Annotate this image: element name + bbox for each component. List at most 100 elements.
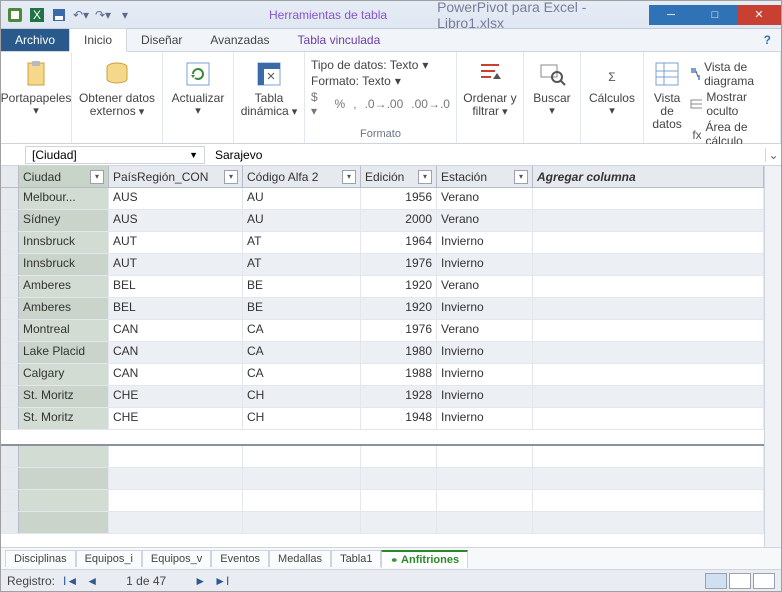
row-header[interactable] — [1, 342, 19, 363]
cell-ciudad[interactable]: Montreal — [19, 320, 109, 341]
cell-estacion[interactable]: Verano — [437, 210, 533, 231]
cell-estacion[interactable]: Invierno — [437, 386, 533, 407]
comma-icon[interactable]: , — [353, 97, 356, 111]
cell-edicion[interactable]: 1948 — [361, 408, 437, 429]
maximize-button[interactable]: □ — [693, 5, 737, 25]
column-header-edicion[interactable]: Edición▾ — [361, 166, 437, 187]
excel-icon[interactable]: X — [29, 7, 45, 23]
cell-pais[interactable]: CAN — [109, 364, 243, 385]
tab-advanced[interactable]: Avanzadas — [196, 29, 283, 51]
find-button[interactable]: Buscar▾ — [530, 58, 574, 117]
get-external-data-button[interactable]: Obtener datos externos ▾ — [78, 58, 156, 118]
row-header[interactable] — [1, 320, 19, 341]
cell-ciudad[interactable]: Sídney — [19, 210, 109, 231]
formula-expand-icon[interactable]: ⌄ — [765, 148, 781, 162]
sheet-tab-equipos_i[interactable]: Equipos_i — [76, 550, 142, 567]
cell-alfa[interactable]: BE — [243, 298, 361, 319]
table-row[interactable]: Lake PlacidCANCA1980Invierno — [1, 342, 764, 364]
cell-empty[interactable] — [533, 320, 764, 341]
refresh-button[interactable]: Actualizar▾ — [169, 58, 227, 117]
cell-alfa[interactable]: CH — [243, 408, 361, 429]
cell-ciudad[interactable]: Lake Placid — [19, 342, 109, 363]
cell-empty[interactable] — [533, 210, 764, 231]
increase-decimal-icon[interactable]: .0→.00 — [365, 97, 404, 111]
decrease-decimal-icon[interactable]: .00→.0 — [411, 97, 450, 111]
add-column[interactable]: Agregar columna — [533, 166, 764, 187]
cell-empty[interactable] — [533, 386, 764, 407]
filter-dropdown-icon[interactable]: ▾ — [418, 170, 432, 184]
cell-estacion[interactable]: Verano — [437, 188, 533, 209]
cell-estacion[interactable]: Invierno — [437, 232, 533, 253]
cell-edicion[interactable]: 1964 — [361, 232, 437, 253]
table-row[interactable]: InnsbruckAUTAT1964Invierno — [1, 232, 764, 254]
cell-empty[interactable] — [533, 232, 764, 253]
tab-linked-table[interactable]: Tabla vinculada — [284, 29, 395, 51]
cell-empty[interactable] — [533, 276, 764, 297]
filter-dropdown-icon[interactable]: ▾ — [224, 170, 238, 184]
name-box[interactable]: [Ciudad] ▼ — [25, 146, 205, 164]
table-row[interactable]: AmberesBELBE1920Verano — [1, 276, 764, 298]
cell-pais[interactable]: CHE — [109, 386, 243, 407]
cell-empty[interactable] — [533, 188, 764, 209]
percent-icon[interactable]: % — [335, 97, 346, 111]
select-all-cell[interactable] — [1, 166, 19, 187]
cell-alfa[interactable]: AT — [243, 232, 361, 253]
cell-ciudad[interactable]: Amberes — [19, 298, 109, 319]
cell-ciudad[interactable]: Melbour... — [19, 188, 109, 209]
cell-pais[interactable]: BEL — [109, 276, 243, 297]
cell-empty[interactable] — [533, 298, 764, 319]
cell-edicion[interactable]: 1976 — [361, 254, 437, 275]
minimize-button[interactable]: ─ — [649, 5, 693, 25]
cell-ciudad[interactable]: Innsbruck — [19, 232, 109, 253]
cell-edicion[interactable]: 1956 — [361, 188, 437, 209]
cell-ciudad[interactable]: Amberes — [19, 276, 109, 297]
cell-alfa[interactable]: AT — [243, 254, 361, 275]
calc-row[interactable] — [1, 490, 764, 512]
cell-pais[interactable]: CAN — [109, 320, 243, 341]
row-header[interactable] — [1, 232, 19, 253]
filter-dropdown-icon[interactable]: ▾ — [90, 170, 104, 184]
help-button[interactable]: ? — [754, 29, 781, 51]
row-header[interactable] — [1, 386, 19, 407]
sheet-tab-disciplinas[interactable]: Disciplinas — [5, 550, 76, 567]
filter-dropdown-icon[interactable]: ▾ — [514, 170, 528, 184]
row-header[interactable] — [1, 364, 19, 385]
cell-alfa[interactable]: CA — [243, 364, 361, 385]
table-row[interactable]: InnsbruckAUTAT1976Invierno — [1, 254, 764, 276]
first-record-button[interactable]: I◄ — [63, 574, 78, 588]
cell-pais[interactable]: AUT — [109, 254, 243, 275]
cell-edicion[interactable]: 1920 — [361, 298, 437, 319]
row-header[interactable] — [1, 446, 19, 467]
table-row[interactable]: MontrealCANCA1976Verano — [1, 320, 764, 342]
row-header[interactable] — [1, 468, 19, 489]
row-header[interactable] — [1, 298, 19, 319]
cell-alfa[interactable]: BE — [243, 276, 361, 297]
cell-ciudad[interactable]: Calgary — [19, 364, 109, 385]
table-row[interactable]: St. MoritzCHECH1948Invierno — [1, 408, 764, 430]
clipboard-button[interactable]: Portapapeles▾ — [7, 58, 65, 117]
column-header-pais[interactable]: PaísRegión_CON▾ — [109, 166, 243, 187]
cell-edicion[interactable]: 1928 — [361, 386, 437, 407]
cell-estacion[interactable]: Invierno — [437, 254, 533, 275]
cell-alfa[interactable]: AU — [243, 210, 361, 231]
name-box-dropdown-icon[interactable]: ▼ — [189, 150, 198, 160]
redo-icon[interactable]: ↷▾ — [95, 7, 111, 23]
close-button[interactable]: ✕ — [737, 5, 781, 25]
table-row[interactable]: Melbour...AUSAU1956Verano — [1, 188, 764, 210]
data-view-button[interactable]: Vista de datos — [650, 58, 684, 131]
cell-pais[interactable]: AUS — [109, 210, 243, 231]
cell-edicion[interactable]: 1920 — [361, 276, 437, 297]
cell-estacion[interactable]: Invierno — [437, 364, 533, 385]
cell-alfa[interactable]: AU — [243, 188, 361, 209]
diagram-view-button-small[interactable] — [729, 573, 751, 589]
column-header-alfa[interactable]: Código Alfa 2▾ — [243, 166, 361, 187]
row-header[interactable] — [1, 276, 19, 297]
row-header[interactable] — [1, 210, 19, 231]
cell-pais[interactable]: CHE — [109, 408, 243, 429]
prev-record-button[interactable]: ◄ — [86, 574, 98, 588]
calculations-button[interactable]: Σ Cálculos▾ — [587, 58, 637, 117]
filter-dropdown-icon[interactable]: ▾ — [342, 170, 356, 184]
show-hidden-button[interactable]: Mostrar oculto — [690, 90, 772, 118]
pivot-table-button[interactable]: Tabla dinámica ▾ — [240, 58, 298, 118]
cell-empty[interactable] — [533, 254, 764, 275]
